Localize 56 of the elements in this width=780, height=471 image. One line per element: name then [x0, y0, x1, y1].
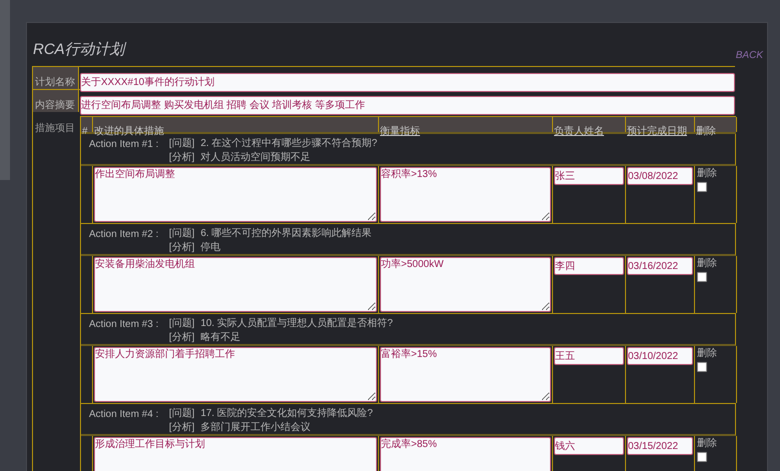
delete-checkbox[interactable]	[697, 362, 707, 372]
column-header: 删除	[696, 126, 716, 137]
text-area[interactable]: 形成治理工作目标与计划	[94, 437, 377, 471]
text-field[interactable]: 张三	[554, 167, 624, 185]
analysis-tag: [分析]	[169, 241, 195, 255]
delete-label: 删除	[697, 437, 718, 450]
analysis-text: 对人员活动空间预期不足	[200, 151, 312, 165]
text-field[interactable]: 03/08/2022	[627, 167, 693, 185]
problem-text: 10. 实际人员配置与理想人员配置是否相符?	[200, 317, 393, 331]
analysis-text: 停电	[200, 241, 222, 255]
action-item-heading: Action Item #1 :	[89, 138, 160, 152]
delete-label: 删除	[697, 257, 718, 270]
text-field[interactable]: 钱六	[554, 437, 624, 455]
text-area[interactable]: 容积率>13%	[380, 167, 551, 222]
text-field[interactable]: 关于XXXX#10事件的行动计划	[80, 72, 735, 92]
analysis-text: 略有不足	[200, 331, 242, 345]
field-label: 措施项目	[35, 123, 75, 134]
text-area[interactable]: 作出空间布局调整	[94, 167, 377, 222]
text-area[interactable]: 安装备用柴油发电机组	[94, 257, 377, 312]
text-area[interactable]: 完成率>85%	[380, 437, 551, 471]
delete-checkbox[interactable]	[697, 182, 707, 192]
page-title: RCA行动计划	[33, 40, 125, 60]
action-item-heading: Action Item #2 :	[89, 228, 160, 242]
problem-text: 2. 在这个过程中有哪些步骤不符合预期?	[200, 137, 378, 151]
problem-tag: [问题]	[169, 137, 195, 151]
problem-tag: [问题]	[169, 407, 195, 421]
text-field[interactable]: 进行空间布局调整 购买发电机组 招聘 会议 培训考核 等多项工作	[80, 96, 735, 114]
field-label: 计划名称	[35, 77, 75, 88]
problem-tag: [问题]	[169, 317, 195, 331]
analysis-tag: [分析]	[169, 421, 195, 435]
delete-label: 删除	[697, 347, 718, 360]
column-header: #	[82, 126, 88, 137]
analysis-tag: [分析]	[169, 331, 195, 345]
action-item-heading: Action Item #4 :	[89, 408, 160, 422]
problem-text: 17. 医院的安全文化如何支持降低风险?	[200, 407, 373, 421]
text-area[interactable]: 功率>5000kW	[380, 257, 551, 312]
delete-checkbox[interactable]	[697, 452, 707, 462]
column-header[interactable]: 负责人姓名	[554, 126, 604, 137]
delete-label: 删除	[697, 167, 718, 180]
column-header: 改进的具体措施	[94, 126, 164, 137]
text-field[interactable]: 王五	[554, 347, 624, 365]
problem-tag: [问题]	[169, 227, 195, 241]
text-field[interactable]: 03/10/2022	[627, 347, 693, 365]
text-area[interactable]: 安排人力资源部门着手招聘工作	[94, 347, 377, 402]
problem-text: 6. 哪些不可控的外界因素影响此解结果	[200, 227, 372, 241]
text-field[interactable]: 03/15/2022	[627, 437, 693, 455]
field-label: 内容摘要	[35, 100, 75, 111]
delete-checkbox[interactable]	[697, 272, 707, 282]
text-field[interactable]: 李四	[554, 257, 624, 275]
analysis-tag: [分析]	[169, 151, 195, 165]
text-area[interactable]: 富裕率>15%	[380, 347, 551, 402]
column-header[interactable]: 衡量指标	[380, 126, 420, 137]
analysis-text: 多部门展开工作小结会议	[200, 421, 312, 435]
text-field[interactable]: 03/16/2022	[627, 257, 693, 275]
column-header[interactable]: 预计完成日期	[627, 126, 687, 137]
action-item-heading: Action Item #3 :	[89, 318, 160, 332]
